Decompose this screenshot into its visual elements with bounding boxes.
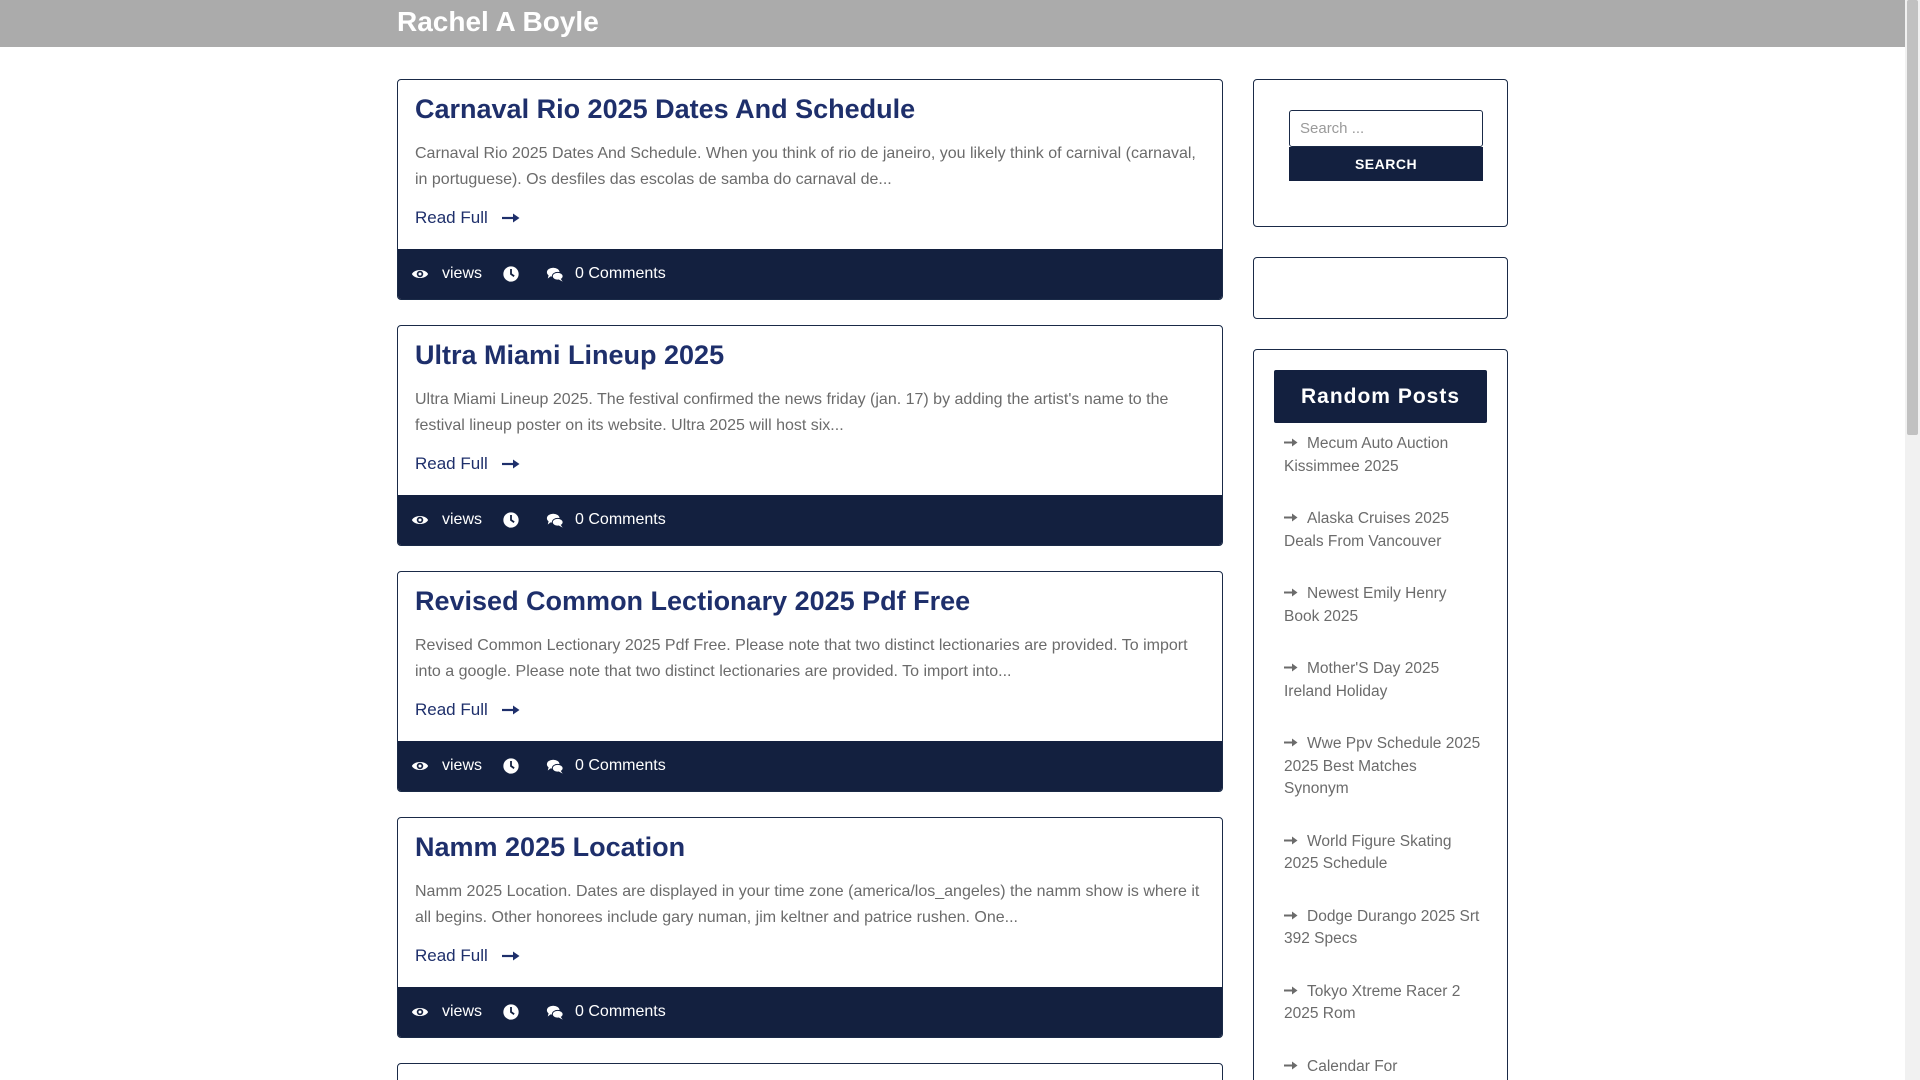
- eye-icon: [411, 1007, 429, 1017]
- random-post-title: Newest Emily Henry Book 2025: [1284, 585, 1447, 625]
- arrow-right-icon: [1284, 588, 1298, 597]
- clock-icon: [503, 1004, 519, 1020]
- random-post-link[interactable]: Tokyo Xtreme Racer 2 2025 Rom: [1284, 981, 1484, 1026]
- arrow-right-icon: [501, 705, 520, 715]
- search-input[interactable]: [1289, 110, 1483, 147]
- random-post-title: Alaska Cruises 2025 Deals From Vancouver: [1284, 510, 1450, 550]
- read-full-link[interactable]: Read Full: [415, 454, 520, 474]
- arrow-right-icon: [501, 951, 520, 961]
- random-post-link[interactable]: Alaska Cruises 2025 Deals From Vancouver: [1284, 508, 1484, 553]
- search-widget: SEARCH: [1253, 79, 1508, 227]
- post-card: Namm 2025 Location Namm 2025 Location. D…: [397, 817, 1223, 1038]
- comments-count[interactable]: 0 Comments: [575, 511, 666, 529]
- comments-icon: [546, 513, 564, 528]
- arrow-right-icon: [1284, 663, 1298, 672]
- post-title[interactable]: Revised Common Lectionary 2025 Pdf Free: [415, 586, 970, 617]
- random-posts-widget: Random Posts Mecum Auto Auction Kissimme…: [1253, 349, 1508, 1080]
- post-title[interactable]: Ultra Miami Lineup 2025: [415, 340, 724, 371]
- arrow-right-icon: [1284, 911, 1298, 919]
- random-post-title: Tokyo Xtreme Racer 2 2025 Rom: [1284, 982, 1461, 1023]
- random-post-title: Mecum Auto Auction Kissimmee 2025: [1284, 435, 1449, 475]
- read-full-link[interactable]: Read Full: [415, 946, 520, 966]
- random-post-title: Wwe Ppv Schedule 2025 2025 Best Matches …: [1284, 735, 1481, 797]
- post-excerpt: Carnaval Rio 2025 Dates And Schedule. Wh…: [415, 145, 1196, 188]
- post-title[interactable]: Carnaval Rio 2025 Dates And Schedule: [415, 94, 915, 125]
- views-count: views: [442, 511, 483, 528]
- comments-icon: [546, 1005, 564, 1020]
- post-excerpt: Ultra Miami Lineup 2025. The festival co…: [415, 391, 1169, 434]
- clock-icon: [503, 758, 519, 774]
- arrow-right-icon: [501, 213, 520, 223]
- search-button[interactable]: SEARCH: [1289, 147, 1483, 181]
- views-count: views: [442, 1003, 483, 1020]
- post-card: Revised Common Lectionary 2025 Pdf Free …: [397, 571, 1223, 792]
- clock-icon: [503, 512, 519, 528]
- post-title[interactable]: Namm 2025 Location: [415, 832, 685, 863]
- random-post-link[interactable]: Mecum Auto Auction Kissimmee 2025: [1284, 433, 1484, 478]
- post-card: Ultra Miami Lineup 2025 Ultra Miami Line…: [397, 325, 1223, 546]
- post-card: Carnaval Rio 2025 Dates And Schedule Car…: [397, 79, 1223, 300]
- arrow-right-icon: [1284, 836, 1298, 844]
- random-post-title: World Figure Skating 2025 Schedule: [1284, 832, 1452, 873]
- random-post-link[interactable]: Wwe Ppv Schedule 2025 2025 Best Matches …: [1284, 733, 1484, 801]
- arrow-right-icon: [1284, 738, 1298, 747]
- read-full-label: Read Full: [415, 454, 488, 473]
- read-full-label: Read Full: [415, 208, 488, 227]
- post-card: [397, 1063, 1223, 1080]
- random-posts-heading: Random Posts: [1274, 370, 1487, 423]
- views-count: views: [442, 757, 483, 774]
- post-meta-bar: views 0 Comments: [398, 495, 1222, 545]
- arrow-right-icon: [1284, 438, 1298, 447]
- random-post-link[interactable]: Newest Emily Henry Book 2025: [1284, 583, 1484, 628]
- read-full-link[interactable]: Read Full: [415, 700, 520, 720]
- read-full-label: Read Full: [415, 946, 488, 965]
- read-full-link[interactable]: Read Full: [415, 208, 520, 228]
- page-scrollbar[interactable]: [1905, 0, 1920, 1080]
- random-post-title: Dodge Durango 2025 Srt 392 Specs: [1284, 907, 1480, 948]
- random-post-link[interactable]: Calendar For: [1284, 1056, 1484, 1079]
- arrow-right-icon: [501, 459, 520, 469]
- random-post-link[interactable]: Mother'S Day 2025 Ireland Holiday: [1284, 658, 1484, 703]
- comments-count[interactable]: 0 Comments: [575, 265, 666, 283]
- comments-icon: [546, 267, 564, 282]
- empty-widget: [1253, 257, 1508, 319]
- random-post-link[interactable]: Dodge Durango 2025 Srt 392 Specs: [1284, 906, 1484, 951]
- clock-icon: [503, 266, 519, 282]
- random-post-link[interactable]: World Figure Skating 2025 Schedule: [1284, 831, 1484, 876]
- random-post-title: Calendar For: [1307, 1057, 1398, 1075]
- random-posts-list: Mecum Auto Auction Kissimmee 2025 Alaska…: [1284, 433, 1484, 1080]
- random-post-title: Mother'S Day 2025 Ireland Holiday: [1284, 660, 1440, 700]
- post-meta-bar: views 0 Comments: [398, 741, 1222, 791]
- scrollbar-thumb[interactable]: [1907, 0, 1918, 435]
- post-excerpt: Namm 2025 Location. Dates are displayed …: [415, 883, 1200, 926]
- views-count: views: [442, 265, 483, 282]
- eye-icon: [411, 269, 429, 279]
- site-title[interactable]: Rachel A Boyle: [397, 6, 599, 38]
- eye-icon: [411, 761, 429, 771]
- site-header: Rachel A Boyle: [0, 0, 1905, 47]
- eye-icon: [411, 515, 429, 525]
- arrow-right-icon: [1284, 986, 1298, 994]
- post-meta-bar: views 0 Comments: [398, 249, 1222, 299]
- comments-count[interactable]: 0 Comments: [575, 757, 666, 775]
- comments-count[interactable]: 0 Comments: [575, 1003, 666, 1021]
- arrow-right-icon: [1284, 1061, 1298, 1069]
- arrow-right-icon: [1284, 513, 1298, 522]
- post-excerpt: Revised Common Lectionary 2025 Pdf Free.…: [415, 637, 1188, 680]
- post-meta-bar: views 0 Comments: [398, 987, 1222, 1037]
- comments-icon: [546, 759, 564, 774]
- read-full-label: Read Full: [415, 700, 488, 719]
